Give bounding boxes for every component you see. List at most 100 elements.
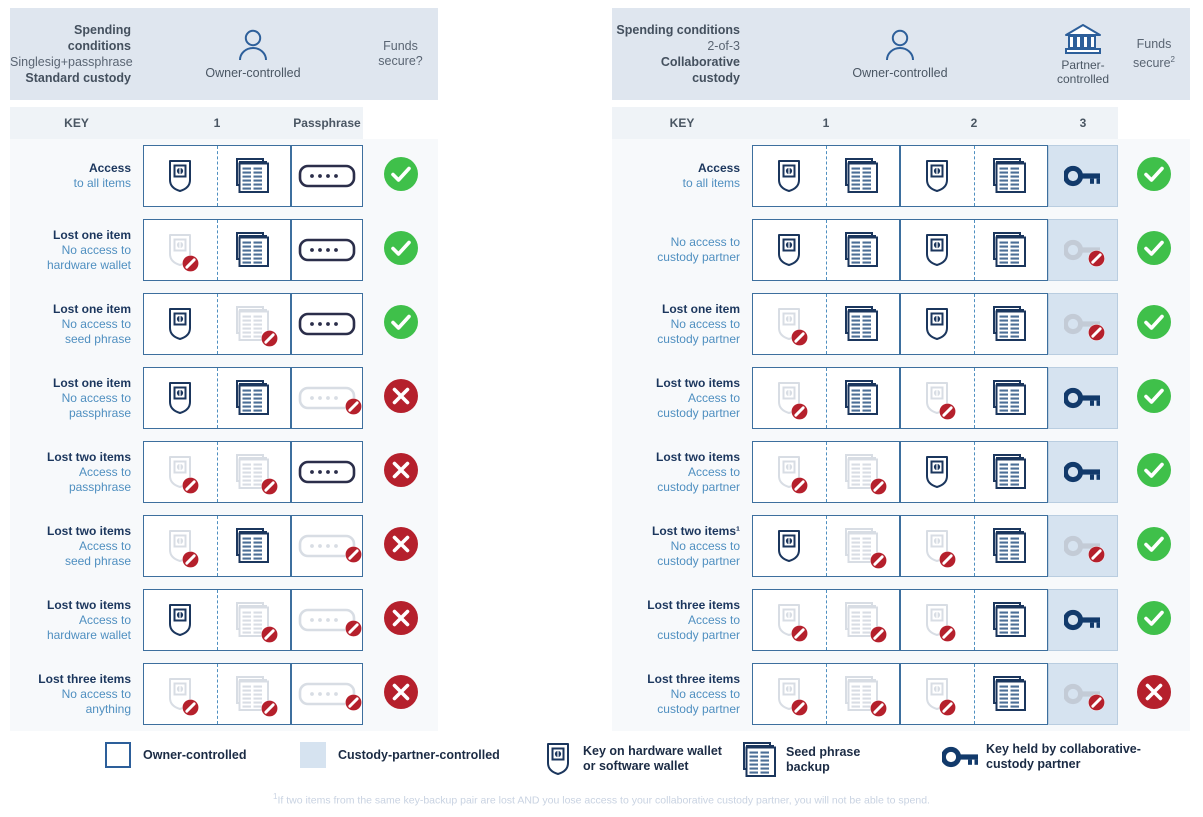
- key-cell-1[interactable]: [752, 435, 900, 509]
- key-cell-1[interactable]: [143, 213, 291, 287]
- key-cell-1[interactable]: [143, 435, 291, 509]
- backup-slot: [975, 516, 1048, 576]
- key-cell-1[interactable]: [752, 509, 900, 583]
- key-cell-2[interactable]: [291, 657, 363, 731]
- seed-phrase-icon: [235, 380, 272, 416]
- key-cell-3[interactable]: [1048, 657, 1118, 731]
- key-cell-1[interactable]: [143, 139, 291, 213]
- key-cell-1[interactable]: [143, 509, 291, 583]
- funds-secure-status: [363, 583, 438, 657]
- key-cell-2[interactable]: [900, 361, 1048, 435]
- funds-secure-status: [1118, 361, 1190, 435]
- key-cell-3[interactable]: [1048, 139, 1118, 213]
- key-slot: [901, 146, 974, 206]
- backup-slot: [975, 368, 1048, 428]
- table-row: Lost two items Access to custody partner: [612, 361, 1190, 435]
- key-column-header-2: Passphrase: [293, 116, 361, 130]
- row-label: Lost two items Access to custody partner: [612, 435, 752, 509]
- blocked-icon: [791, 699, 809, 716]
- key-cell-1[interactable]: [143, 287, 291, 361]
- key-cell-3[interactable]: [1048, 287, 1118, 361]
- key-cell-2[interactable]: [291, 509, 363, 583]
- blocked-icon: [939, 625, 957, 642]
- row-label: Access to all items: [10, 139, 143, 213]
- key-cell-2[interactable]: [900, 509, 1048, 583]
- seed-phrase-icon: [235, 676, 278, 717]
- seed-phrase-icon: [235, 306, 278, 347]
- hardware-wallet-icon: [924, 677, 957, 716]
- key-cell-3[interactable]: [1048, 213, 1118, 287]
- backup-slot: [975, 294, 1048, 354]
- key-slot: [144, 146, 217, 206]
- backup-slot: [218, 516, 291, 576]
- key-cell-2[interactable]: [291, 139, 363, 213]
- key-cell-1[interactable]: [752, 139, 900, 213]
- key-cell-2[interactable]: [291, 435, 363, 509]
- key-cell-3[interactable]: [1048, 435, 1118, 509]
- key-cell-2[interactable]: [900, 435, 1048, 509]
- key-cell-3[interactable]: [1048, 361, 1118, 435]
- funds-secure-status: [363, 361, 438, 435]
- partner-controlled-label: Partner-controlled: [1056, 57, 1110, 86]
- legend-label: Key held by collaborative-custody partne…: [986, 742, 1141, 771]
- key-band-spacer: [1118, 107, 1190, 139]
- seed-phrase-icon: [992, 602, 1029, 638]
- blocked-icon: [1088, 250, 1105, 267]
- key-slot: [753, 442, 826, 502]
- key-cell-2[interactable]: [900, 583, 1048, 657]
- key-cell-2[interactable]: [900, 287, 1048, 361]
- key-cell-2[interactable]: [900, 139, 1048, 213]
- backup-slot: [218, 590, 291, 650]
- key-cell-2[interactable]: [900, 657, 1048, 731]
- blocked-icon: [791, 477, 809, 494]
- key-cell-1[interactable]: [752, 361, 900, 435]
- check-icon: [383, 156, 418, 191]
- key-cell-1[interactable]: [143, 657, 291, 731]
- key-cell-1[interactable]: [752, 657, 900, 731]
- key-slot: [901, 294, 974, 354]
- key-slot: [144, 220, 217, 280]
- blocked-icon: [182, 551, 200, 568]
- backup-slot: [827, 368, 900, 428]
- funds-secure-status: [363, 509, 438, 583]
- table-row: Lost two items Access to seed phrase: [10, 509, 438, 583]
- seed-phrase-icon: [235, 232, 272, 268]
- hardware-wallet-icon: [167, 677, 200, 716]
- key-slot: [144, 294, 217, 354]
- key-cell-1[interactable]: [752, 583, 900, 657]
- key-slot: [901, 664, 974, 724]
- key-slot: [292, 220, 362, 280]
- row-title: Lost three items: [647, 597, 740, 612]
- key-slot: [292, 368, 362, 428]
- key-cell-1[interactable]: [752, 287, 900, 361]
- key-cell-3[interactable]: [1048, 509, 1118, 583]
- key-icon: [1064, 683, 1105, 711]
- key-cell-2[interactable]: [291, 213, 363, 287]
- key-cell-1[interactable]: [143, 583, 291, 657]
- row-label: Lost one item No access to passphrase: [10, 361, 143, 435]
- key-slot: [901, 590, 974, 650]
- hardware-wallet-icon: [545, 742, 571, 776]
- blocked-icon: [869, 552, 887, 569]
- key-slot: [753, 146, 826, 206]
- seed-phrase-icon: [235, 528, 272, 564]
- funds-secure-status: [1118, 435, 1190, 509]
- row-title: Lost one item: [661, 301, 740, 316]
- check-icon: [383, 230, 418, 265]
- funds-secure-status: [1118, 583, 1190, 657]
- key-cell-2[interactable]: [900, 213, 1048, 287]
- key-band-row: KEY 1 Passphrase: [10, 107, 438, 139]
- key-cell-1[interactable]: [752, 213, 900, 287]
- blocked-icon: [260, 330, 278, 347]
- key-cell-2[interactable]: [291, 583, 363, 657]
- key-cell-2[interactable]: [291, 287, 363, 361]
- key-slot: [753, 664, 826, 724]
- key-cell-1[interactable]: [143, 361, 291, 435]
- key-cell-3[interactable]: [1048, 583, 1118, 657]
- key-slot: [144, 516, 217, 576]
- owner-controlled-header: Owner-controlled: [143, 8, 363, 100]
- blocked-icon: [260, 626, 278, 643]
- key-cell-2[interactable]: [291, 361, 363, 435]
- funds-secure-status: [1118, 287, 1190, 361]
- passphrase-icon: [298, 312, 356, 336]
